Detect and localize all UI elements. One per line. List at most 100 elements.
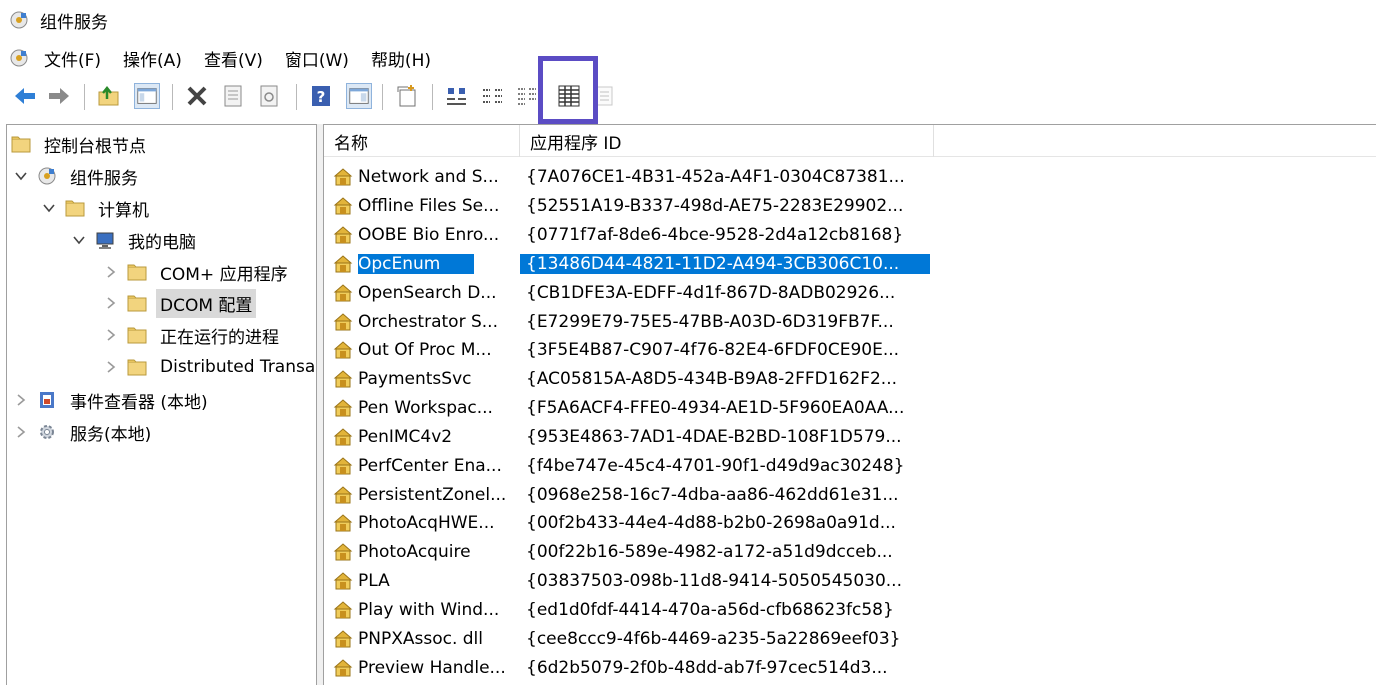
tree-item[interactable]: 计算机 <box>41 193 153 223</box>
app-id: {953E4863-7AD1-4DAE-B2BD-108F1D579... <box>526 426 902 447</box>
folder-icon <box>127 264 147 281</box>
tree-node-icon <box>65 198 85 218</box>
dcom-application-icon <box>333 659 353 677</box>
list-row[interactable]: PLA {03837503-098b-11d8-9414-5050545030..… <box>324 567 936 596</box>
large-icons-view-button[interactable] <box>444 83 470 109</box>
menu-window[interactable]: 窗口(W) <box>285 46 349 71</box>
tree-expander[interactable] <box>13 392 29 408</box>
tree-item[interactable]: Distributed Transaction Coordinator <box>103 352 316 382</box>
dcom-application-icon <box>333 399 353 417</box>
list-row[interactable]: Pen Workspac... {F5A6ACF4-FFE0-4934-AE1D-… <box>324 394 936 423</box>
help-button[interactable]: ? <box>308 83 334 109</box>
properties-icon <box>224 85 242 107</box>
list-header: 名称 应用程序 ID <box>324 125 1376 157</box>
tree-expander[interactable] <box>13 168 29 184</box>
folder-icon <box>127 359 147 376</box>
dcom-application-icon <box>333 197 353 215</box>
app-id: {CB1DFE3A-EDFF-4d1f-867D-8ADB02926... <box>526 282 896 303</box>
status-view-button[interactable] <box>592 83 618 109</box>
tree-expander[interactable] <box>103 264 119 280</box>
tree-item[interactable]: 正在运行的进程 <box>103 320 283 350</box>
tree-expander[interactable] <box>103 295 119 311</box>
list-row[interactable]: Offline Files Se... {52551A19-B337-498d-A… <box>324 192 936 221</box>
tree-item[interactable]: 控制台根节点 <box>9 129 150 159</box>
toolbar-separator <box>84 84 85 110</box>
list-row[interactable]: PhotoAcquire {00f22b16-589e-4982-a172-a51… <box>324 538 936 567</box>
tree-item[interactable]: 服务(本地) <box>13 417 155 447</box>
tree-item-label: DCOM 配置 <box>156 288 257 318</box>
list-row[interactable]: PhotoAcqHWE... {00f2b433-44e4-4d88-b2b0-2… <box>324 509 936 538</box>
toolbar-separator <box>172 84 173 110</box>
list-row[interactable]: Network and S... {7A076CE1-4B31-452a-A4F1… <box>324 163 936 192</box>
cell-name: Preview Handle... <box>324 657 520 679</box>
forward-button[interactable] <box>46 83 72 109</box>
list-row[interactable]: PNPXAssoc. dll {cee8ccc9-4f6b-4469-a235-5… <box>324 625 936 654</box>
system-menu-icon[interactable] <box>8 47 30 69</box>
menu-help[interactable]: 帮助(H) <box>371 46 431 71</box>
tree-item[interactable]: COM+ 应用程序 <box>103 257 292 287</box>
tree-node-icon <box>37 390 57 410</box>
refresh-button[interactable] <box>256 83 282 109</box>
list-row[interactable]: Out Of Proc M... {3F5E4B87-C907-4f76-82E4… <box>324 336 936 365</box>
cell-name: PerfCenter Ena... <box>324 455 520 477</box>
tree-item-label: COM+ 应用程序 <box>160 264 288 285</box>
tree-item[interactable]: 我的电脑 <box>71 225 200 255</box>
list-view-icon <box>518 88 536 105</box>
properties-button[interactable] <box>220 83 246 109</box>
computer-icon <box>96 232 114 249</box>
tree-item[interactable]: 组件服务 <box>13 161 142 191</box>
cell-name: Pen Workspac... <box>324 397 520 419</box>
list-view-button[interactable] <box>514 83 540 109</box>
tree-expander[interactable] <box>41 200 57 216</box>
toolbar: ? <box>0 78 1376 116</box>
menu-action[interactable]: 操作(A) <box>123 46 182 71</box>
menu-file[interactable]: 文件(F) <box>44 46 101 71</box>
show-hide-console-tree-button[interactable] <box>134 83 160 109</box>
list-row[interactable]: OpenSearch D... {CB1DFE3A-EDFF-4d1f-867D-… <box>324 278 936 307</box>
cell-name: Out Of Proc M... <box>324 339 520 361</box>
tree-expander[interactable] <box>103 327 119 343</box>
tree-expander[interactable] <box>13 424 29 440</box>
new-window-icon <box>397 85 416 107</box>
dcom-application-icon <box>333 255 353 273</box>
app-id: {00f22b16-589e-4982-a172-a51d9dcceb... <box>526 542 893 563</box>
refresh-icon <box>260 85 278 107</box>
list-row[interactable]: PaymentsSvc {AC05815A-A8D5-434B-B9A8-2FFD… <box>324 365 936 394</box>
new-window-button[interactable] <box>394 83 420 109</box>
delete-button[interactable] <box>184 83 210 109</box>
list-row[interactable]: PerfCenter Ena... {f4be747e-45c4-4701-90f… <box>324 452 936 481</box>
tree-node-icon <box>127 293 147 313</box>
show-hide-console-tree-icon <box>137 88 157 104</box>
tree-expander[interactable] <box>71 232 87 248</box>
list-row[interactable]: PenIMC4v2 {953E4863-7AD1-4DAE-B2BD-108F1D… <box>324 423 936 452</box>
dcom-application-icon <box>333 341 353 359</box>
list-row[interactable]: Play with Wind... {ed1d0fdf-4414-470a-a56… <box>324 596 936 625</box>
tree-item[interactable]: DCOM 配置 <box>103 288 257 318</box>
list-row[interactable]: OOBE Bio Enro... {0771f7af-8de6-4bce-9528… <box>324 221 936 250</box>
list-row[interactable]: Preview Handle... {6d2b5079-2f0b-48dd-ab7… <box>324 653 936 682</box>
dcom-application-icon <box>333 428 353 446</box>
chevron-right-icon <box>17 394 26 406</box>
up-one-level-button[interactable] <box>96 83 122 109</box>
list-row[interactable]: Orchestrator S... {E7299E79-75E5-47BB-A03… <box>324 307 936 336</box>
tree-item-label: 控制台根节点 <box>44 136 146 157</box>
menu-view[interactable]: 查看(V) <box>204 46 263 71</box>
column-header-app-id[interactable]: 应用程序 ID <box>520 125 934 157</box>
list-row[interactable]: OpcEnum {13486D44-4821-11D2-A494-3CB306C1… <box>324 250 936 279</box>
app-name: PersistentZonel... <box>358 484 507 505</box>
tree-item[interactable]: 事件查看器 (本地) <box>13 385 212 415</box>
dcom-application-icon <box>333 226 353 244</box>
detail-view-button[interactable] <box>556 83 582 109</box>
app-name: Offline Files Se... <box>358 196 500 217</box>
column-header-name[interactable]: 名称 <box>324 125 520 157</box>
app-id: {03837503-098b-11d8-9414-5050545030... <box>526 571 902 592</box>
folder-icon <box>127 295 147 312</box>
tree-node-icon <box>127 325 147 345</box>
show-hide-action-pane-button[interactable] <box>346 83 372 109</box>
list-row[interactable]: PersistentZonel... {0968e258-16c7-4dba-aa… <box>324 480 936 509</box>
back-button[interactable] <box>12 83 38 109</box>
app-id: {E7299E79-75E5-47BB-A03D-6D319FB7F... <box>526 311 894 332</box>
small-icons-view-button[interactable] <box>480 83 506 109</box>
tree-expander[interactable] <box>103 359 119 375</box>
folder-icon <box>65 200 85 217</box>
